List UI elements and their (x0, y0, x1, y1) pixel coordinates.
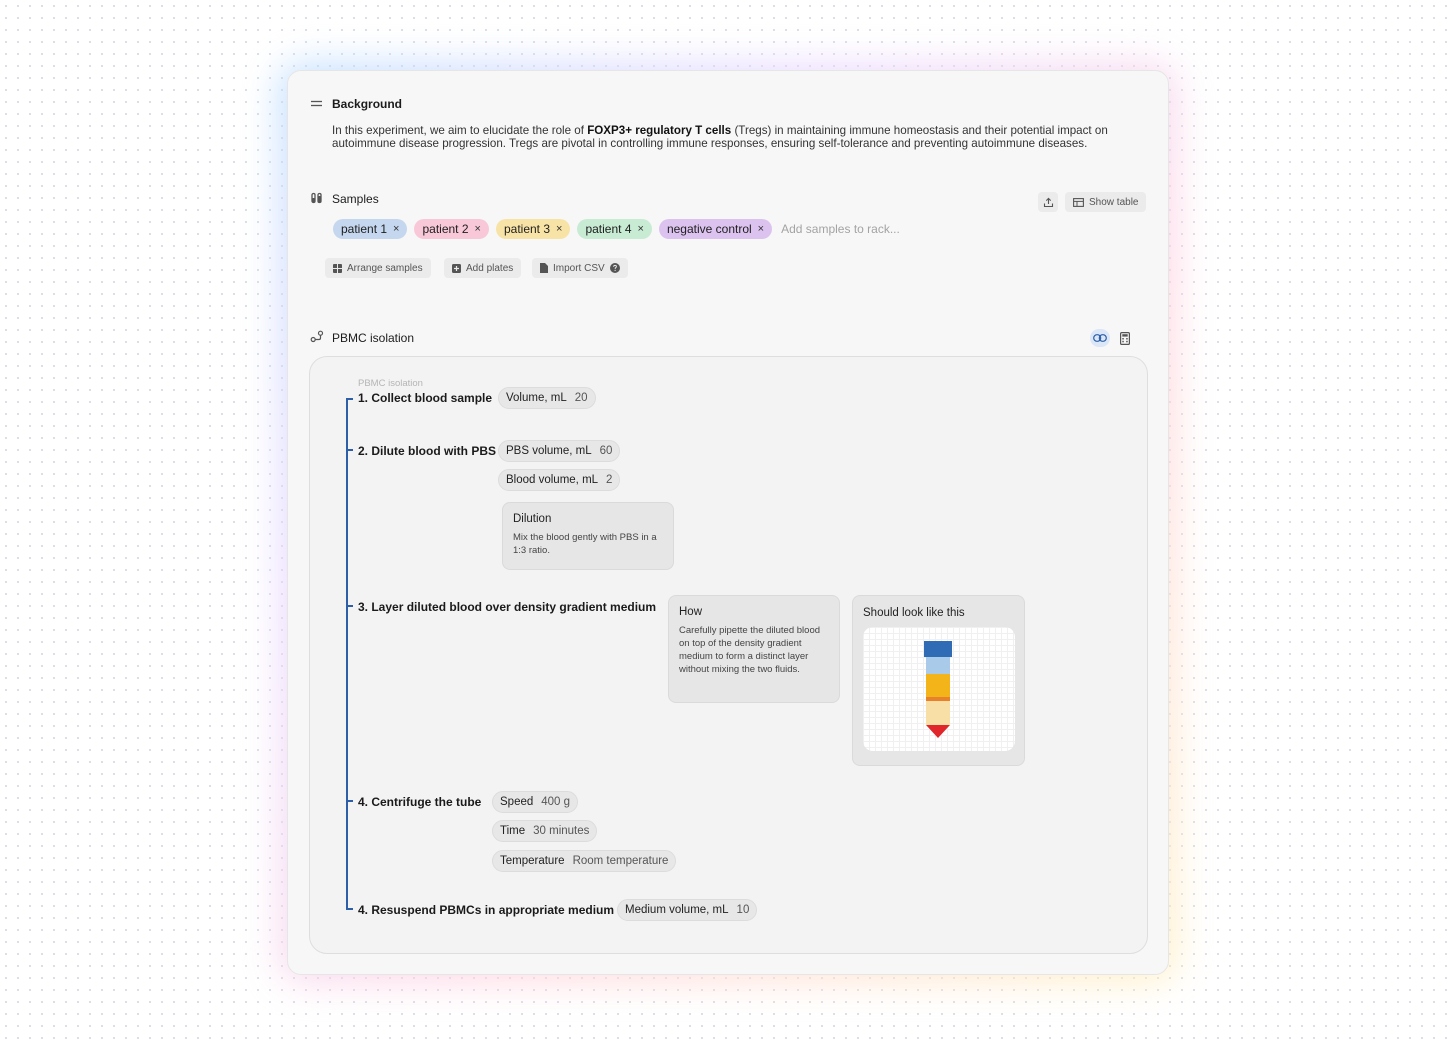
grid-icon (333, 263, 342, 273)
param-pill[interactable]: Time 30 minutes (492, 820, 598, 842)
arrange-samples-button[interactable]: Arrange samples (325, 258, 431, 278)
upload-icon (1043, 197, 1053, 207)
centrifuge-tube-icon (924, 641, 952, 738)
sample-chip[interactable]: patient 3 × (495, 219, 571, 239)
import-csv-button[interactable]: Import CSV (532, 258, 628, 278)
param-pill[interactable]: Temperature Room temperature (492, 850, 677, 872)
sample-chip[interactable]: negative control × (658, 219, 773, 239)
timeline-tick (346, 398, 353, 400)
test-tubes-icon (311, 192, 322, 204)
background-title: Background (332, 97, 403, 111)
remove-icon[interactable]: × (556, 223, 562, 235)
text-align-icon (311, 100, 322, 107)
sample-chip[interactable]: patient 4 × (577, 219, 652, 239)
param-pill[interactable]: Medium volume, mL 10 (617, 899, 758, 921)
param-pill[interactable]: Volume, mL 20 (498, 387, 596, 409)
calculator-icon (1120, 331, 1130, 345)
background-text: In this experiment, we aim to elucidate … (332, 124, 1108, 151)
table-icon (1073, 197, 1084, 207)
timeline-tick (346, 605, 353, 607)
pbmc-title: PBMC isolation (332, 331, 415, 345)
step-5-label[interactable]: 4. Resuspend PBMCs in appropriate medium (358, 903, 614, 917)
pbmc-protocol-box: PBMC isolation 1. Collect blood sample V… (309, 356, 1148, 954)
sample-chip[interactable]: patient 2 × (414, 219, 489, 239)
remove-icon[interactable]: × (758, 223, 764, 235)
samples-title: Samples (332, 192, 379, 206)
step-3-label[interactable]: 3. Layer diluted blood over density grad… (358, 600, 656, 614)
step-4-label[interactable]: 4. Centrifuge the tube (358, 795, 481, 809)
param-pill[interactable]: Blood volume, mL 2 (498, 469, 621, 491)
file-icon (540, 263, 548, 273)
timeline-tick (346, 800, 353, 802)
export-button[interactable] (1038, 192, 1058, 212)
dilution-note: Dilution Mix the blood gently with PBS i… (502, 502, 674, 570)
help-icon[interactable] (609, 263, 620, 273)
param-pill[interactable]: Speed 400 g (492, 791, 579, 813)
plus-square-icon (452, 263, 461, 273)
step-caption: PBMC isolation (358, 378, 423, 389)
add-samples-input[interactable]: Add samples to rack... (781, 222, 900, 236)
step-2-label[interactable]: 2. Dilute blood with PBS (358, 444, 496, 458)
reference-image-card: Should look like this (852, 595, 1025, 766)
calculator-button[interactable] (1117, 330, 1133, 346)
how-note: How Carefully pipette the diluted blood … (668, 595, 840, 703)
step-1-label[interactable]: 1. Collect blood sample (358, 391, 492, 405)
link-icon (1093, 334, 1107, 342)
workflow-icon (310, 330, 324, 343)
remove-icon[interactable]: × (393, 223, 399, 235)
param-pill[interactable]: PBS volume, mL 60 (498, 440, 621, 462)
remove-icon[interactable]: × (475, 223, 481, 235)
sample-chips: patient 1 × patient 2 × patient 3 × pati… (333, 219, 900, 239)
sample-chip[interactable]: patient 1 × (333, 219, 408, 239)
remove-icon[interactable]: × (638, 223, 644, 235)
show-table-button[interactable]: Show table (1065, 192, 1147, 212)
protocol-card: Background In this experiment, we aim to… (287, 70, 1169, 975)
timeline-line (346, 399, 348, 910)
add-plates-button[interactable]: Add plates (444, 258, 522, 278)
reference-image (863, 627, 1015, 751)
timeline-tick (346, 908, 353, 910)
timeline-tick (346, 449, 353, 451)
link-button[interactable] (1090, 329, 1110, 347)
